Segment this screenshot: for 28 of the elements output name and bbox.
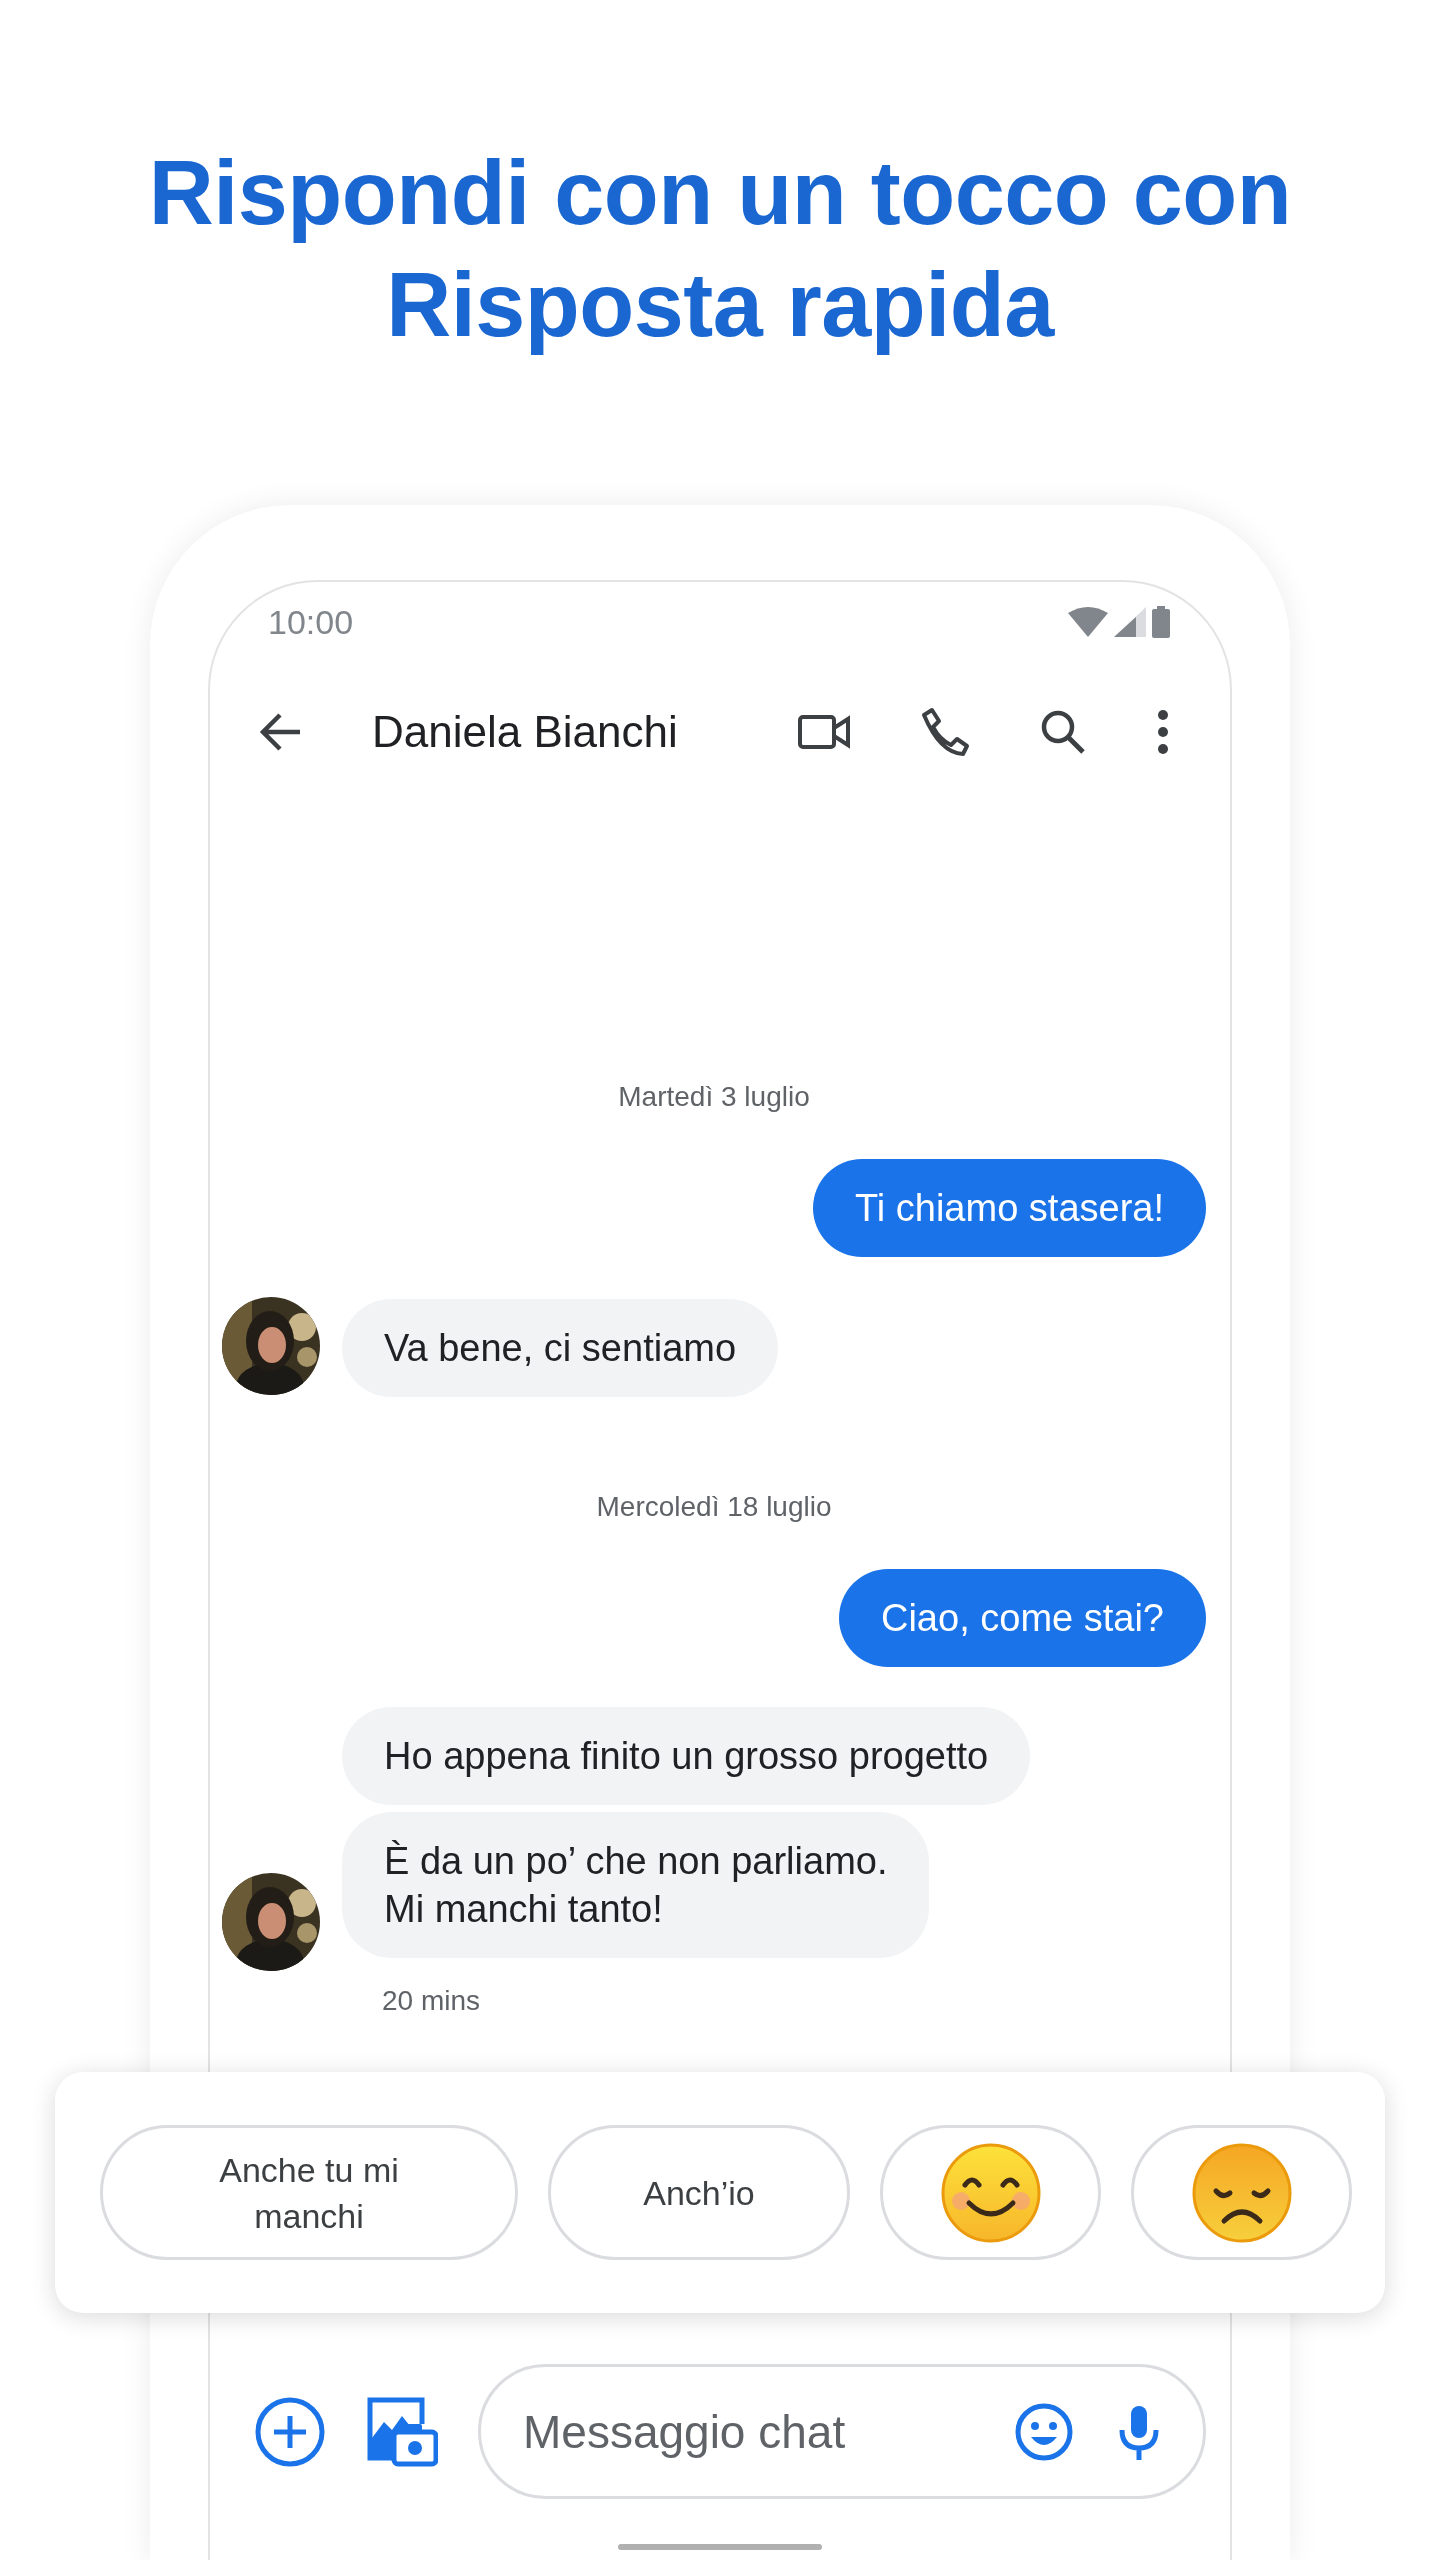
wifi-icon <box>1068 607 1108 637</box>
microphone-icon[interactable] <box>1119 2403 1159 2460</box>
reply-chip[interactable]: Anch’io <box>548 2125 850 2260</box>
sent-message: Ciao, come stai? <box>839 1569 1206 1667</box>
gallery-camera-icon[interactable] <box>366 2395 438 2468</box>
date-divider: Martedì 3 luglio <box>617 1080 811 1114</box>
back-arrow-icon[interactable] <box>258 712 302 752</box>
received-message: Va bene, ci sentiamo <box>342 1299 779 1397</box>
video-call-icon[interactable] <box>798 715 850 749</box>
received-message: Ho appena finito un grosso progetto <box>342 1707 1031 1805</box>
search-icon[interactable] <box>1040 709 1086 755</box>
status-time: 10:00 <box>268 602 354 642</box>
date-divider: Mercoledì 18 luglio <box>595 1490 833 1524</box>
headline: Rispondi con un tocco con <box>148 142 1292 245</box>
received-message: È da un po’ che non parliamo. Mi manchi tanto! <box>342 1812 930 1958</box>
battery-icon <box>1152 606 1170 638</box>
message-input[interactable]: Messaggio chat <box>521 2403 969 2460</box>
sent-message: Ti chiamo stasera! <box>812 1159 1206 1257</box>
contact-name: Daniela Bianchi <box>372 707 679 757</box>
phone-icon[interactable] <box>920 707 970 757</box>
more-options-icon[interactable] <box>1156 709 1170 755</box>
message-field[interactable]: Messaggio chat <box>478 2364 1206 2499</box>
reply-chip[interactable]: Anche tu mi manchi <box>100 2125 518 2260</box>
signal-icon <box>1114 607 1146 637</box>
headline: Risposta rapida <box>386 254 1054 357</box>
add-icon[interactable] <box>254 2395 326 2468</box>
message-time: 20 mins <box>382 1985 482 2017</box>
emoji-icon[interactable] <box>1015 2402 1073 2461</box>
